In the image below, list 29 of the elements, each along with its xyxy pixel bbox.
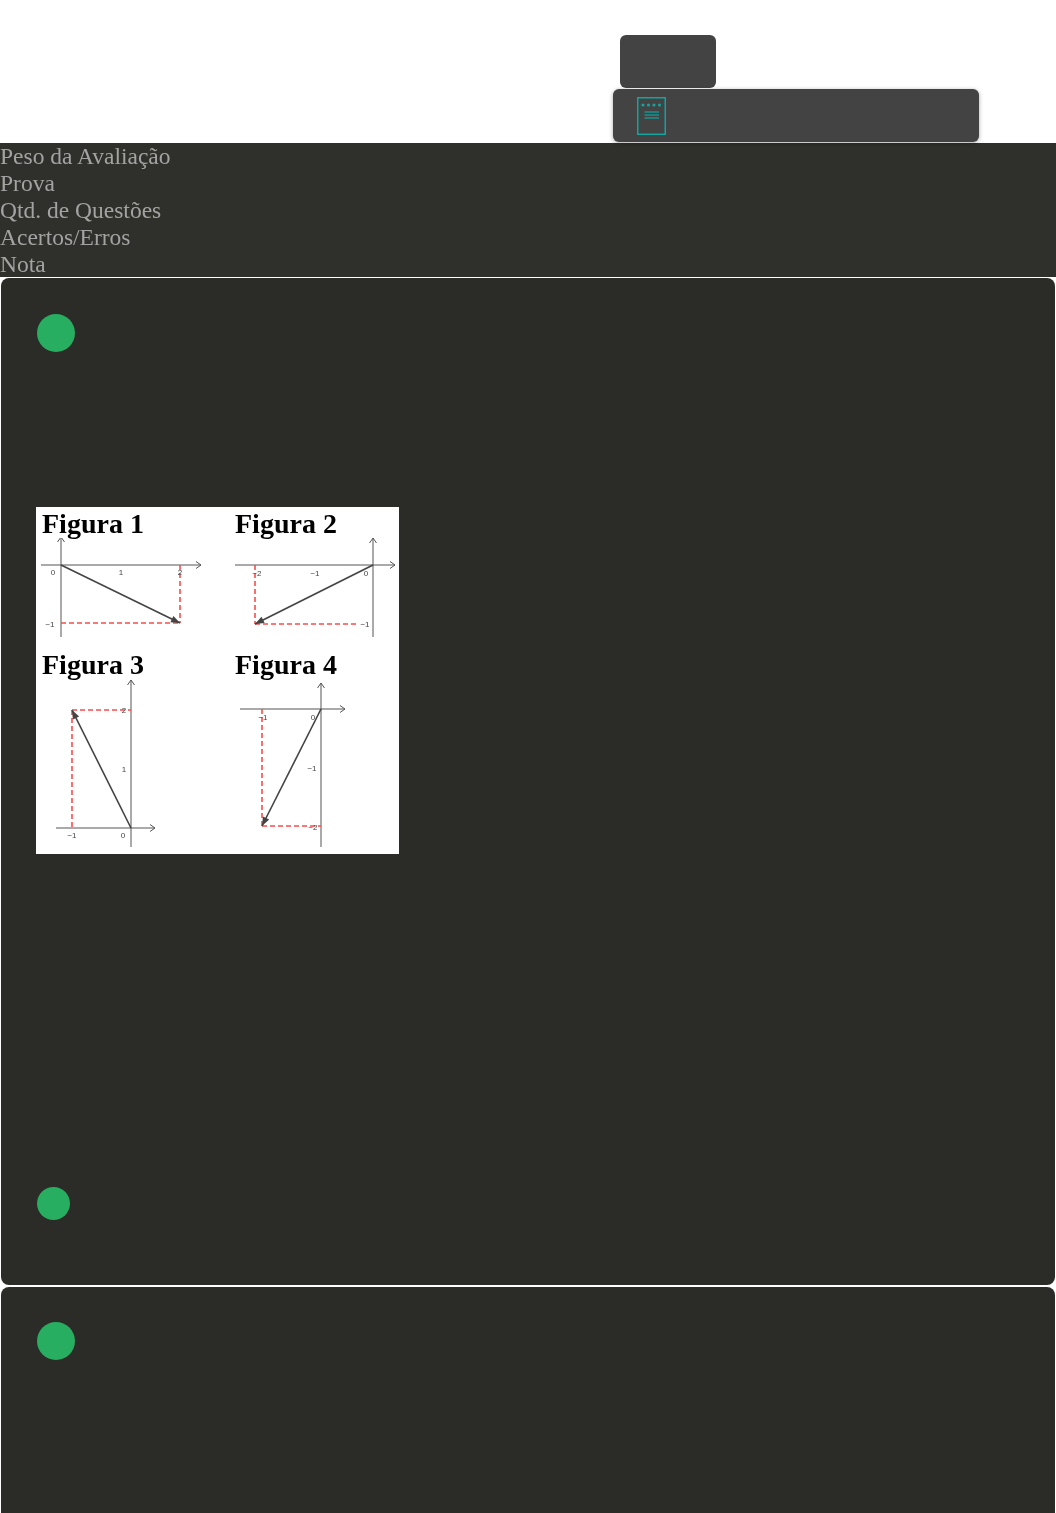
summary-label: Qtd. de Questões	[0, 197, 162, 223]
summary-label: Acertos/Erros	[0, 224, 131, 250]
tick-label: −2	[308, 823, 318, 832]
tick-label: 1	[121, 765, 127, 774]
tick-label: 0	[50, 568, 56, 577]
tick-label: 0	[363, 569, 369, 578]
tick-label: 1	[118, 568, 124, 577]
status-dot	[37, 1187, 70, 1220]
figure-title: Figura 1	[42, 508, 144, 539]
tick-label: 2	[121, 706, 127, 715]
summary-label: Prova	[0, 170, 55, 196]
tick-label: 0	[120, 831, 126, 840]
tick-label: −1	[360, 620, 370, 629]
tick-label: −2	[252, 569, 262, 578]
tick-label: −1	[310, 569, 320, 578]
tick-label: 0	[310, 713, 316, 722]
summary-label: Peso da Avaliação	[0, 143, 171, 169]
tick-label: −1	[307, 764, 317, 773]
figure-title: Figura 4	[235, 649, 337, 680]
status-dot	[37, 314, 75, 352]
notepad-icon[interactable]	[637, 96, 666, 135]
tick-label: −1	[67, 831, 77, 840]
status-dot	[37, 1322, 75, 1360]
tick-label: 2	[177, 568, 183, 577]
tick-label: −1	[258, 713, 268, 722]
figure-title: Figura 3	[42, 649, 144, 680]
summary-label: Nota	[0, 251, 46, 277]
tick-label: −1	[45, 620, 55, 629]
figure-title: Figura 2	[235, 508, 337, 539]
